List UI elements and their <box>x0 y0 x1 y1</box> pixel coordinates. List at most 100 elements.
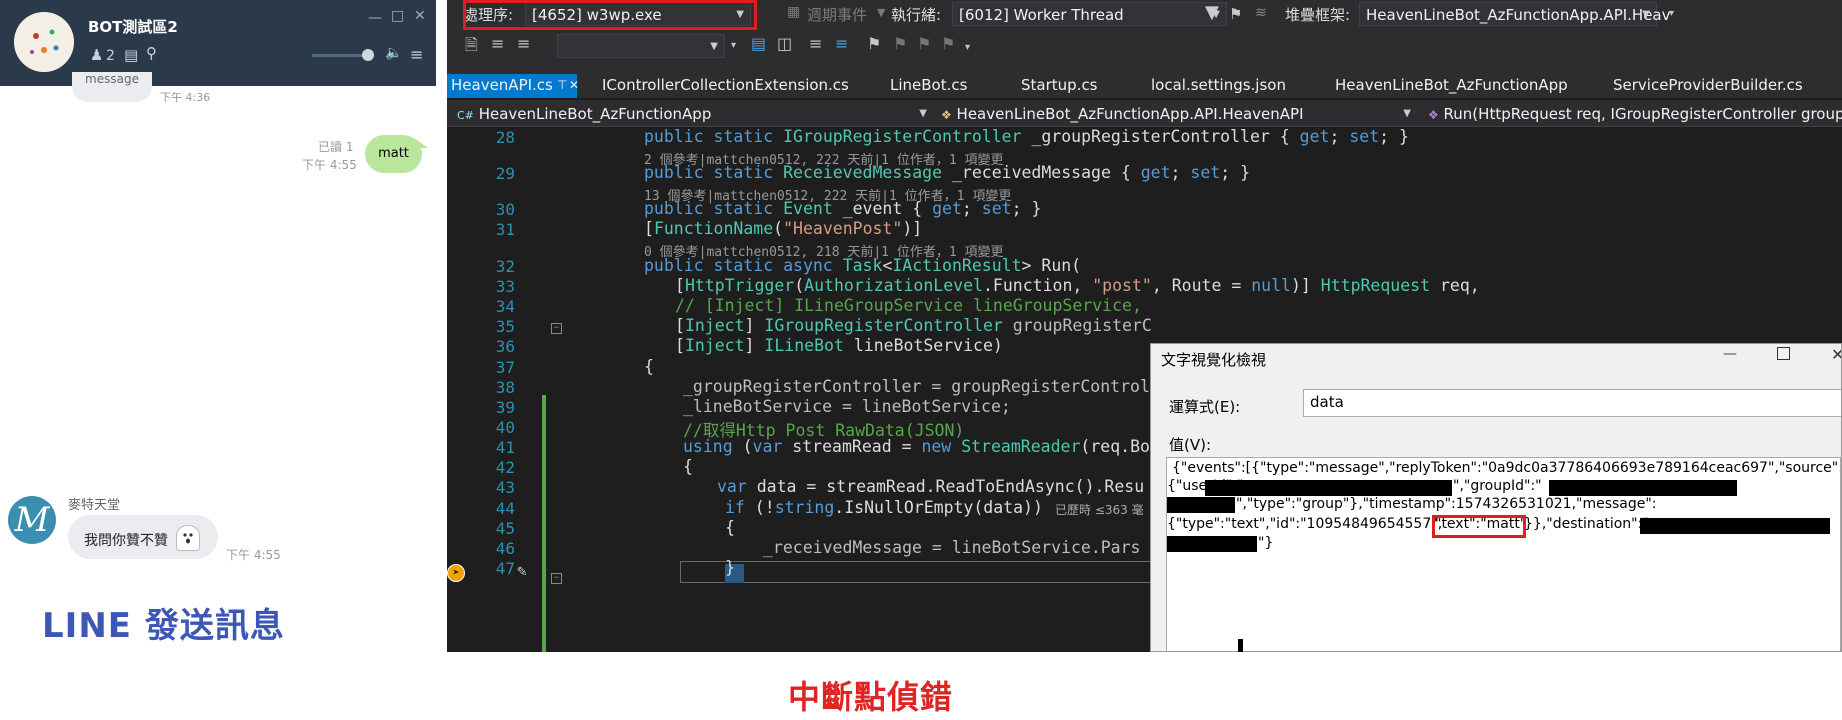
uncomment-icon[interactable]: ≡ <box>835 34 848 53</box>
thread-dropdown[interactable]: [6012] Worker Thread ▼ <box>952 2 1227 26</box>
token: streamRead = <box>782 437 922 456</box>
chevron-down-icon[interactable]: ▼ <box>877 6 885 19</box>
token: [ <box>675 316 685 335</box>
tab-startup[interactable]: Startup.cs <box>1021 76 1098 94</box>
token: groupRegisterC <box>1002 316 1152 335</box>
format-icon[interactable]: ▤ <box>751 34 766 53</box>
code-line-29[interactable]: public static ReceievedMessage _received… <box>644 163 1250 182</box>
tab-project[interactable]: HeavenLineBot_AzFunctionApp <box>1335 76 1568 94</box>
code-line-38[interactable]: _groupRegisterController = groupRegister… <box>683 377 1150 396</box>
token: AuthorizationLevel <box>804 276 983 295</box>
tab-heavenapi[interactable]: HeavenAPI.cs <box>451 76 553 94</box>
lifecycle-events-label[interactable]: 週期事件 <box>807 4 867 25</box>
bookmark-icon[interactable]: ⚑ <box>867 34 881 53</box>
code-line-32[interactable]: public static async Task<IActionResult> … <box>644 256 1081 275</box>
message-3-time: 下午 4:55 <box>226 548 281 562</box>
solution-config-dropdown[interactable]: ▼ <box>557 34 725 58</box>
sender-avatar[interactable]: M <box>8 496 56 544</box>
code-line-46[interactable]: _receivedMessage = lineBotService.Pars <box>763 538 1141 557</box>
indent-icon[interactable]: ≡ <box>491 34 504 53</box>
token: ( <box>732 437 753 456</box>
line-number: 34 <box>495 297 515 316</box>
line-number: 39 <box>495 398 515 417</box>
project-dropdown[interactable]: C# HeavenLineBot_AzFunctionApp ▼ <box>451 102 933 126</box>
code-line-37[interactable]: { <box>644 357 654 376</box>
speaker-icon[interactable]: 🔈 <box>385 45 402 61</box>
pin-icon[interactable]: ⊤ <box>557 78 567 92</box>
menu-icon[interactable]: ≡ <box>410 45 423 64</box>
group-avatar[interactable] <box>14 12 74 72</box>
code-line-45[interactable]: { <box>725 518 735 537</box>
member-icon[interactable]: ♟ <box>90 46 103 64</box>
token: ( <box>794 276 805 295</box>
code-line-34[interactable]: // [Inject] ILineGroupService lineGroupS… <box>675 296 1142 315</box>
code-line-36[interactable]: [Inject] ILineBot lineBotService) <box>675 336 1003 355</box>
search-icon[interactable]: ⚲ <box>146 44 157 62</box>
tab-close-icon[interactable]: ✕ <box>569 78 579 92</box>
token: ] <box>744 336 765 355</box>
token: Task <box>842 256 883 275</box>
tab-controller-extension[interactable]: IControllerCollectionExtension.cs <box>602 76 849 94</box>
toolbar-overflow-icon[interactable]: ▾ <box>965 42 970 53</box>
edit-continue-icon[interactable]: ✎ <box>517 561 527 580</box>
token: Event <box>783 199 833 218</box>
code-line-39[interactable]: _lineBotService = lineBotService; <box>683 397 1011 416</box>
comment-icon[interactable]: ≡ <box>809 34 822 53</box>
toolbar-overflow-icon[interactable]: ▾ <box>1669 8 1674 19</box>
maximize-icon[interactable]: □ <box>391 8 404 24</box>
tab-linebot[interactable]: LineBot.cs <box>890 76 967 94</box>
collapse-icon[interactable]: − <box>551 573 562 584</box>
token: ; <box>1329 127 1350 146</box>
code-line-35[interactable]: [Inject] IGroupRegisterController groupR… <box>675 316 1152 335</box>
code-line-43[interactable]: var data = streamRead.ReadToEndAsync().R… <box>717 477 1144 496</box>
minimize-icon[interactable]: — <box>368 10 382 26</box>
toolbar-overflow-icon[interactable]: ▾ <box>731 40 736 51</box>
clear-bookmarks-icon[interactable]: ⚑ <box>941 34 955 53</box>
editor-toolbar: 🗎 ≡ ≡ ▼ ▾ ▤ ◫ ≡ ≡ ⚑ ⚑ ⚑ ⚑ ▾ <box>447 30 1842 74</box>
code-line-42[interactable]: { <box>683 457 693 476</box>
code-line-30[interactable]: public static Event _event { get; set; } <box>644 199 1041 218</box>
filter-icon[interactable]: ▼ <box>1205 2 1219 23</box>
tab-local-settings[interactable]: local.settings.json <box>1151 76 1286 94</box>
expression-label: 運算式(E): <box>1169 398 1241 416</box>
code-line-44[interactable]: if (!string.IsNullOrEmpty(data)) <box>725 498 1043 517</box>
code-line-33[interactable]: [HttpTrigger(AuthorizationLevel.Function… <box>675 276 1480 295</box>
close-icon[interactable]: ✕ <box>1831 345 1841 364</box>
code-line-31[interactable]: [FunctionName("HeavenPost")] <box>644 219 922 238</box>
token: IActionResult <box>892 256 1022 275</box>
class-dropdown[interactable]: ❖ HeavenLineBot_AzFunctionApp.API.Heaven… <box>935 102 1417 126</box>
minimize-icon[interactable]: — <box>1723 346 1737 362</box>
token: , Route = <box>1151 276 1252 295</box>
thread-label: 執行緒: <box>891 6 942 24</box>
next-bookmark-icon[interactable]: ⚑ <box>917 34 931 53</box>
maximize-icon[interactable] <box>1777 347 1790 360</box>
lifecycle-icon[interactable]: ▦ <box>787 4 800 20</box>
value-textarea[interactable]: {"events":[{"type":"message","replyToken… <box>1166 457 1841 651</box>
prev-bookmark-icon[interactable]: ⚑ <box>893 34 907 53</box>
notes-icon[interactable]: ▤ <box>124 46 138 64</box>
token: var <box>752 437 783 456</box>
token: [ <box>675 276 685 295</box>
breakpoint-current-icon[interactable]: ➤ <box>447 564 465 582</box>
layout-icon[interactable]: ◫ <box>777 34 792 53</box>
stack-frame-dropdown[interactable]: HeavenLineBot_AzFunctionApp.API.Heav ▼ <box>1359 2 1671 26</box>
new-file-icon[interactable]: 🗎 <box>465 34 478 61</box>
token: _receivedMessage { <box>942 163 1141 182</box>
elapsed-time-hint: 已歷時 ≤363 毫 <box>1055 503 1144 517</box>
collapse-icon[interactable]: − <box>551 323 562 334</box>
volume-slider-knob[interactable] <box>362 49 374 61</box>
flag-thread-icon[interactable]: ⚑ <box>1229 5 1242 23</box>
tab-service-provider-builder[interactable]: ServiceProviderBuilder.cs <box>1613 76 1803 94</box>
value-label: 值(V): <box>1169 436 1212 454</box>
code-line-41[interactable]: using (var streamRead = new StreamReader… <box>683 437 1150 456</box>
code-line-28[interactable]: public static IGroupRegisterController _… <box>644 127 1409 146</box>
code-line-47[interactable]: } <box>725 558 735 577</box>
expression-input[interactable]: data <box>1303 389 1841 417</box>
close-icon[interactable]: ✕ <box>414 8 426 24</box>
unflag-icon[interactable]: ≋ <box>1255 5 1267 21</box>
outdent-icon[interactable]: ≡ <box>517 34 530 53</box>
member-dropdown[interactable]: ❖ Run(HttpRequest req, IGroupRegisterCon… <box>1422 102 1842 126</box>
line-number: 44 <box>495 499 515 518</box>
chevron-down-icon: ▼ <box>710 41 718 52</box>
message-2-time: 下午 4:55 <box>302 158 357 172</box>
